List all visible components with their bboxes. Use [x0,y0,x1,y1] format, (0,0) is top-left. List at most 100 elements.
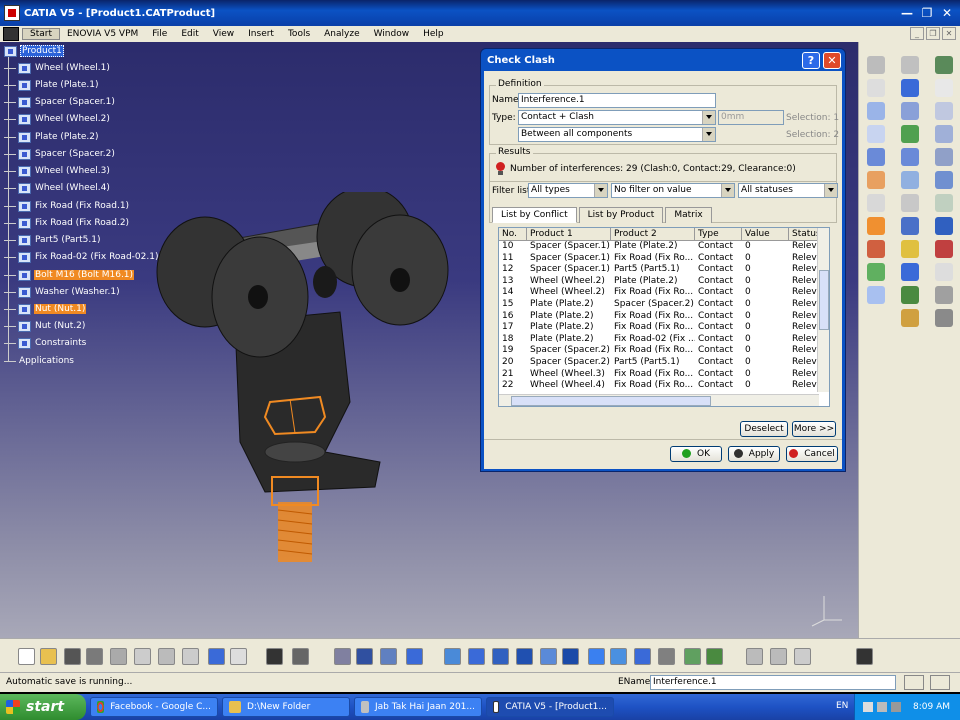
deselect-button[interactable]: Deselect [740,421,788,437]
tree-item[interactable]: Spacer (Spacer.1) [4,95,116,109]
scroll-thumb[interactable] [819,270,829,330]
tool-icon[interactable] [867,125,885,143]
tool-icon[interactable] [935,309,953,327]
tool-icon[interactable] [901,286,919,304]
tool-icon[interactable] [901,217,919,235]
toolbar-icon[interactable] [468,648,485,665]
tool-icon[interactable] [867,79,885,97]
menu-enovia[interactable]: ENOVIA V5 VPM [60,29,145,39]
doc-close-button[interactable]: ✕ [942,27,956,40]
toolbar-icon[interactable] [110,648,127,665]
tree-item[interactable]: Spacer (Spacer.2) [4,147,116,161]
toolbar-icon[interactable] [406,648,423,665]
toolbar-icon[interactable] [540,648,557,665]
tool-icon[interactable] [901,125,919,143]
tool-icon[interactable] [867,148,885,166]
table-row[interactable]: 22 Wheel (Wheel.4) Fix Road (Fix Ro... Cont… [499,380,829,392]
name-field[interactable]: Interference.1 [518,93,716,108]
toolbar-icon[interactable] [746,648,763,665]
task-media[interactable]: Jab Tak Hai Jaan 201... [354,697,482,717]
tool-icon[interactable] [935,217,953,235]
cancel-button[interactable]: Cancel [786,446,838,462]
col-value[interactable]: Value [742,228,789,240]
col-product-2[interactable]: Product 2 [611,228,695,240]
tool-icon[interactable] [867,194,885,212]
toolbar-icon[interactable] [230,648,247,665]
tray-icon[interactable] [863,702,873,712]
toolbar-icon[interactable] [444,648,461,665]
tree-item[interactable]: Plate (Plate.1) [4,78,100,92]
tool-icon[interactable] [867,240,885,258]
menu-tools[interactable]: Tools [281,29,317,39]
clearance-field[interactable]: 0mm [718,110,784,125]
document-icon[interactable] [3,27,19,41]
tool-icon[interactable] [901,79,919,97]
col-product-1[interactable]: Product 1 [527,228,611,240]
tool-icon[interactable] [867,286,885,304]
language-indicator[interactable]: EN [836,701,848,711]
doc-minimize-button[interactable]: _ [910,27,924,40]
assembly-model[interactable] [150,192,450,572]
toolbar-icon[interactable] [86,648,103,665]
start-button[interactable]: start [0,694,86,720]
col-type[interactable]: Type [695,228,742,240]
tool-icon[interactable] [901,148,919,166]
toolbar-icon[interactable] [208,648,225,665]
task-folder[interactable]: D:\New Folder [222,697,350,717]
ename-clear-button[interactable] [930,675,950,690]
toolbar-icon[interactable] [380,648,397,665]
tool-icon[interactable] [901,263,919,281]
toolbar-icon[interactable] [634,648,651,665]
clock[interactable]: 8:09 AM [913,702,950,712]
tool-icon[interactable] [901,240,919,258]
filter-types-select[interactable]: All types [528,183,608,198]
toolbar-icon[interactable] [794,648,811,665]
table-row[interactable]: 15 Plate (Plate.2) Spacer (Spacer.2) Contac… [499,299,829,311]
table-row[interactable]: 19 Spacer (Spacer.2) Fix Road (Fix Ro... Co… [499,345,829,357]
toolbar-icon[interactable] [770,648,787,665]
filter-value-select[interactable]: No filter on value [611,183,735,198]
tree-item-highlighted[interactable]: Bolt M16 (Bolt M16.1) [4,268,135,282]
menu-file[interactable]: File [145,29,174,39]
toolbar-icon[interactable] [182,648,199,665]
toolbar-icon[interactable] [610,648,627,665]
dialog-titlebar[interactable]: Check Clash ? ✕ [481,49,845,71]
menu-help[interactable]: Help [416,29,451,39]
check-clash-dialog[interactable]: Check Clash ? ✕ Definition Name: Interfe… [480,48,846,472]
minimize-button[interactable]: — [898,4,916,22]
ename-field[interactable]: Interference.1 [650,675,896,690]
tool-icon[interactable] [935,240,953,258]
help-button[interactable]: ? [802,52,820,69]
tray-icon[interactable] [891,702,901,712]
toolbar-icon[interactable] [588,648,605,665]
toolbar-icon[interactable] [856,648,873,665]
tree-item[interactable]: Nut (Nut.2) [4,319,86,333]
menu-insert[interactable]: Insert [241,29,281,39]
conflict-table[interactable]: No. Product 1 Product 2 Type Value Statu… [498,227,830,407]
ok-button[interactable]: OK [670,446,722,462]
toolbar-icon[interactable] [492,648,509,665]
table-row[interactable]: 18 Plate (Plate.2) Fix Road-02 (Fix ... Con… [499,334,829,346]
col-no[interactable]: No. [499,228,527,240]
tool-icon[interactable] [935,102,953,120]
task-chrome[interactable]: Facebook - Google C... [90,697,218,717]
tool-icon[interactable] [901,194,919,212]
scroll-thumb[interactable] [511,396,711,406]
toolbar-icon[interactable] [40,648,57,665]
tree-item[interactable]: Wheel (Wheel.4) [4,181,111,195]
tool-icon[interactable] [935,263,953,281]
tray-icon[interactable] [877,702,887,712]
toolbar-icon[interactable] [158,648,175,665]
table-row[interactable]: 16 Plate (Plate.2) Fix Road (Fix Ro... Cont… [499,311,829,323]
doc-restore-button[interactable]: ❐ [926,27,940,40]
tree-item[interactable]: Plate (Plate.2) [4,130,100,144]
tab-list-by-conflict[interactable]: List by Conflict [492,207,577,223]
menu-start[interactable]: Start [22,28,60,40]
type-select[interactable]: Contact + Clash [518,110,716,125]
tree-item[interactable]: Fix Road (Fix Road.2) [4,216,130,230]
toolbar-icon[interactable] [134,648,151,665]
tool-icon[interactable] [935,148,953,166]
tool-icon[interactable] [867,263,885,281]
toolbar-icon[interactable] [706,648,723,665]
restore-button[interactable]: ❐ [918,4,936,22]
